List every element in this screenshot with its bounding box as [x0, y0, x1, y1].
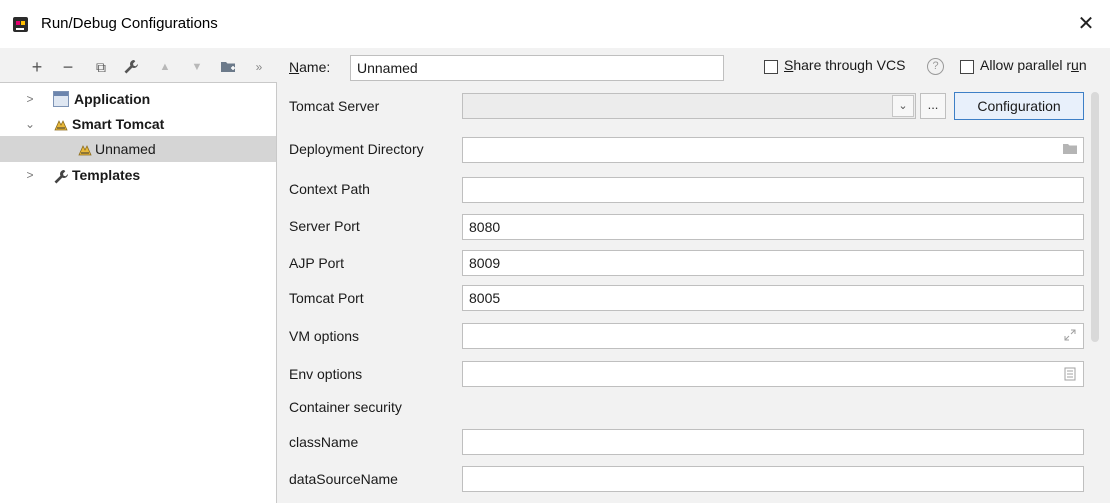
config-tree: > Application ⌄ Smart Tomcat Unnamed > T…	[0, 82, 277, 503]
chevron-down-icon[interactable]: ⌄	[892, 95, 914, 117]
classname-input[interactable]	[462, 429, 1084, 455]
tomcat-server-label: Tomcat Server	[289, 98, 380, 114]
tree-item-label: Templates	[72, 167, 141, 183]
move-down-icon[interactable]: ▼	[186, 54, 208, 80]
name-input[interactable]: Unnamed	[350, 55, 724, 81]
tree-item-application[interactable]: > Application	[0, 86, 276, 112]
name-label: Name:	[289, 59, 331, 75]
env-options-label: Env options	[289, 366, 363, 382]
close-button[interactable]: ✕	[1072, 10, 1100, 38]
deployment-directory-label: Deployment Directory	[289, 141, 424, 157]
more-icon[interactable]: »	[248, 54, 270, 80]
datasource-name-input[interactable]	[462, 466, 1084, 492]
server-port-label: Server Port	[289, 218, 360, 234]
server-port-input[interactable]: 8080	[462, 214, 1084, 240]
chevron-right-icon[interactable]: >	[24, 162, 36, 188]
title-bar: Run/Debug Configurations ✕	[0, 0, 1110, 48]
config-toolbar: + − ⧉ ▲ ▼ »	[0, 54, 276, 82]
help-icon[interactable]: ?	[927, 58, 944, 75]
classname-label: className	[289, 434, 359, 450]
form-scrollbar[interactable]	[1091, 92, 1099, 342]
ajp-port-label: AJP Port	[289, 255, 344, 271]
ajp-port-input[interactable]: 8009	[462, 250, 1084, 276]
tree-item-label: Smart Tomcat	[72, 116, 165, 132]
vm-options-label: VM options	[289, 328, 360, 344]
share-vcs-checkbox[interactable]	[764, 60, 778, 74]
document-icon[interactable]	[1063, 367, 1077, 381]
container-security-label: Container security	[289, 399, 402, 415]
context-path-input[interactable]	[462, 177, 1084, 203]
context-path-label: Context Path	[289, 181, 370, 197]
tomcat-server-select[interactable]	[462, 93, 916, 119]
wrench-icon	[53, 167, 69, 184]
application-window-icon	[53, 91, 69, 107]
tree-item-label: Application	[74, 91, 151, 107]
allow-parallel-run-checkbox[interactable]	[960, 60, 974, 74]
env-options-input[interactable]	[462, 361, 1084, 387]
copy-icon[interactable]: ⧉	[90, 54, 112, 80]
window-title: Run/Debug Configurations	[41, 15, 218, 32]
chevron-down-icon[interactable]: ⌄	[24, 111, 36, 137]
folder-icon[interactable]	[1063, 143, 1077, 157]
chevron-right-icon[interactable]: >	[24, 86, 36, 112]
configuration-button[interactable]: Configuration	[954, 92, 1084, 120]
share-vcs-label: Share through VCS	[784, 57, 906, 73]
tree-item-templates[interactable]: > Templates	[0, 162, 276, 188]
tomcat-icon	[77, 141, 93, 157]
datasource-name-label: dataSourceName	[289, 471, 398, 487]
tree-item-unnamed[interactable]: Unnamed	[0, 136, 276, 162]
tree-item-smart-tomcat[interactable]: ⌄ Smart Tomcat	[0, 111, 276, 137]
move-up-icon[interactable]: ▲	[154, 54, 176, 80]
wrench-icon[interactable]	[120, 54, 142, 80]
remove-icon[interactable]: −	[57, 54, 79, 80]
intellij-logo-icon	[13, 17, 28, 32]
tomcat-port-label: Tomcat Port	[289, 290, 364, 306]
expand-icon[interactable]	[1063, 329, 1077, 343]
vm-options-input[interactable]	[462, 323, 1084, 349]
tree-item-label: Unnamed	[95, 141, 156, 157]
allow-parallel-run-label: Allow parallel run	[980, 57, 1087, 73]
tomcat-icon	[53, 116, 69, 132]
deployment-directory-input[interactable]	[462, 137, 1084, 163]
tomcat-port-input[interactable]: 8005	[462, 285, 1084, 311]
browse-server-button[interactable]: ...	[920, 93, 946, 119]
folder-icon[interactable]	[217, 54, 239, 80]
add-icon[interactable]: +	[26, 54, 48, 80]
